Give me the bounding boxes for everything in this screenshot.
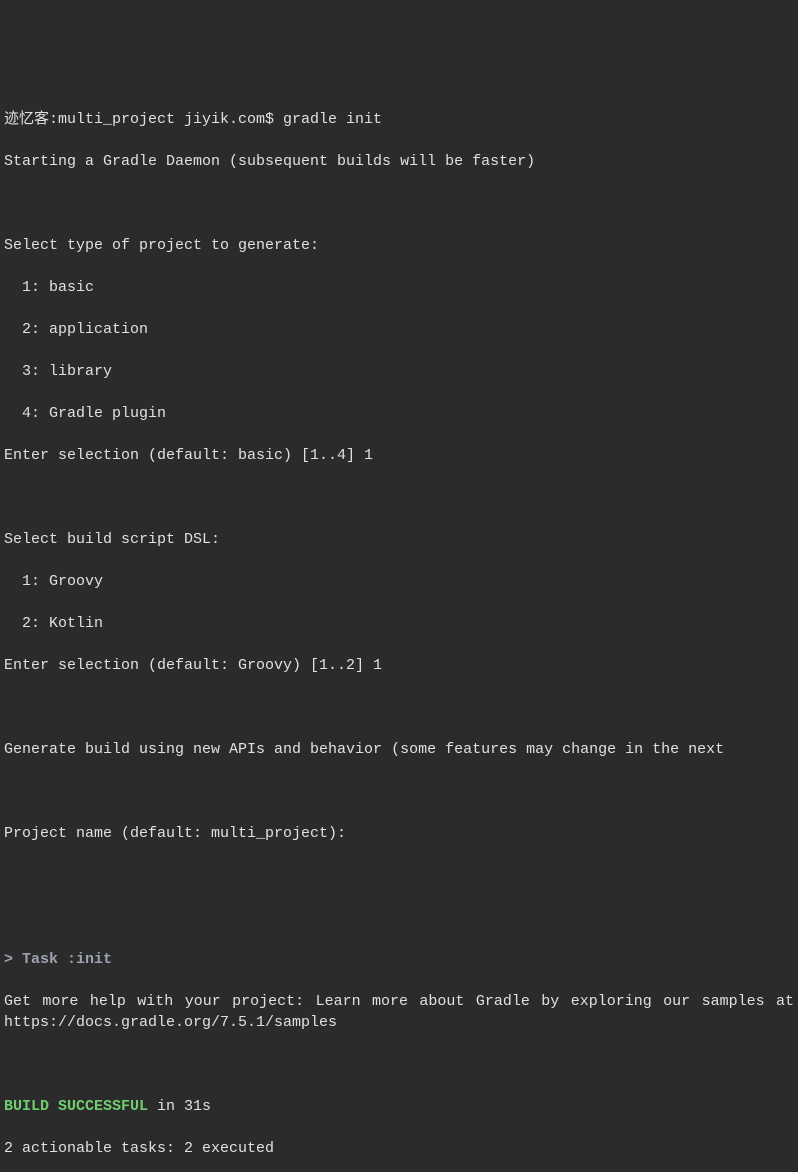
help-text-line: Get more help with your project: Learn m…: [4, 991, 794, 1033]
generate-apis-prompt: Generate build using new APIs and behavi…: [4, 739, 794, 760]
daemon-start-line: Starting a Gradle Daemon (subsequent bui…: [4, 151, 794, 172]
type-selection-input: Enter selection (default: basic) [1..4] …: [4, 445, 794, 466]
blank-line: [4, 865, 794, 886]
select-dsl-prompt: Select build script DSL:: [4, 529, 794, 550]
task-init-header: > Task :init: [4, 949, 794, 970]
select-type-prompt: Select type of project to generate:: [4, 235, 794, 256]
blank-line: [4, 781, 794, 802]
option-basic: 1: basic: [4, 277, 794, 298]
blank-line: [4, 907, 794, 928]
build-time: in 31s: [148, 1098, 211, 1115]
terminal-output[interactable]: 迹忆客:multi_project jiyik.com$ gradle init…: [4, 88, 794, 666]
blank-line: [4, 1054, 794, 1075]
dsl-selection-input: Enter selection (default: Groovy) [1..2]…: [4, 655, 794, 676]
option-groovy: 1: Groovy: [4, 571, 794, 592]
option-application: 2: application: [4, 319, 794, 340]
prompt-line: 迹忆客:multi_project jiyik.com$ gradle init: [4, 109, 794, 130]
option-gradle-plugin: 4: Gradle plugin: [4, 403, 794, 424]
blank-line: [4, 193, 794, 214]
option-kotlin: 2: Kotlin: [4, 613, 794, 634]
tasks-executed-line: 2 actionable tasks: 2 executed: [4, 1138, 794, 1159]
project-name-prompt: Project name (default: multi_project):: [4, 823, 794, 844]
option-library: 3: library: [4, 361, 794, 382]
build-successful-label: BUILD SUCCESSFUL: [4, 1098, 148, 1115]
build-result-line: BUILD SUCCESSFUL in 31s: [4, 1096, 794, 1117]
blank-line: [4, 487, 794, 508]
blank-line: [4, 697, 794, 718]
